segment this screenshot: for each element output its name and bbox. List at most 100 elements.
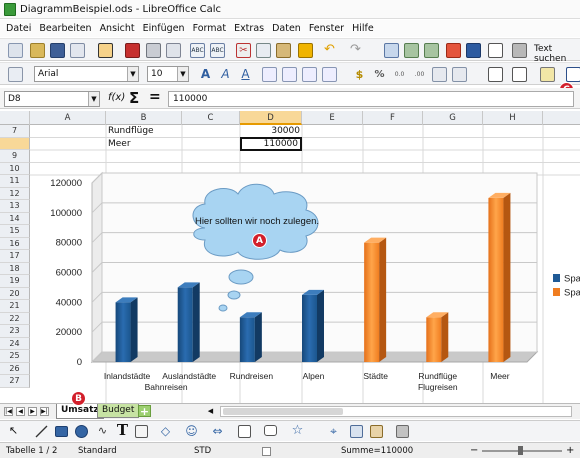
font-size-combo[interactable]: 10 ▼ xyxy=(147,66,189,82)
font-name-combo[interactable]: Arial ▼ xyxy=(34,66,139,82)
fontwork-icon[interactable] xyxy=(350,425,363,438)
add-decimal-icon[interactable]: .00 xyxy=(412,67,427,82)
print-preview-icon[interactable] xyxy=(166,43,181,58)
column-header-a[interactable]: A xyxy=(30,111,106,125)
column-header-f[interactable]: F xyxy=(363,111,423,125)
align-left-icon[interactable] xyxy=(262,67,277,82)
autospellcheck-icon[interactable]: ABC xyxy=(210,43,225,58)
row-header-22[interactable]: 22 xyxy=(0,312,30,325)
prev-sheet-icon[interactable]: ◀ xyxy=(16,407,25,416)
menu-extras[interactable]: Extras xyxy=(230,23,268,34)
text-icon[interactable]: T xyxy=(115,423,130,438)
select-all-corner[interactable] xyxy=(0,111,30,125)
bold-icon[interactable]: A xyxy=(198,67,213,82)
sort-descending-icon[interactable] xyxy=(424,43,439,58)
flowchart-icon[interactable] xyxy=(238,425,251,438)
line-icon[interactable] xyxy=(34,424,49,439)
horizontal-scrollbar[interactable] xyxy=(220,406,572,417)
column-header-h[interactable]: H xyxy=(483,111,543,125)
ellipse-icon[interactable] xyxy=(75,425,88,438)
row-header-9[interactable]: 9 xyxy=(0,150,30,163)
copy-icon[interactable] xyxy=(256,43,271,58)
clone-formatting-icon[interactable] xyxy=(298,43,313,58)
cell-b7[interactable]: Rundflüge xyxy=(108,125,154,138)
row-header-27[interactable]: 27 xyxy=(0,375,30,388)
new-document-icon[interactable] xyxy=(8,43,23,58)
row-header-12[interactable]: 12 xyxy=(0,187,30,200)
callouts-icon[interactable] xyxy=(264,425,277,436)
insert-image-icon[interactable] xyxy=(370,425,383,438)
menu-hilfe[interactable]: Hilfe xyxy=(348,23,378,34)
cell-d8-selected[interactable]: 110000 xyxy=(240,137,302,151)
row-header-13[interactable]: 13 xyxy=(0,200,30,213)
row-header-14[interactable]: 14 xyxy=(0,212,30,225)
freeform-line-icon[interactable]: ∿ xyxy=(95,424,110,439)
select-arrow-icon[interactable]: ↖ xyxy=(6,424,21,439)
justify-icon[interactable] xyxy=(322,67,337,82)
formula-equals-icon[interactable]: = xyxy=(149,89,161,105)
block-arrows-icon[interactable]: ⇔ xyxy=(210,424,225,439)
menu-einfuegen[interactable]: Einfügen xyxy=(139,23,189,34)
print-icon[interactable] xyxy=(146,43,161,58)
styles-icon[interactable] xyxy=(8,67,23,82)
chevron-down-icon[interactable]: ▼ xyxy=(127,67,138,81)
row-header-11[interactable]: 11 xyxy=(0,175,30,188)
basic-shapes-icon[interactable]: ◇ xyxy=(158,424,173,439)
name-box[interactable]: D8 ▼ xyxy=(4,91,100,107)
percent-icon[interactable]: % xyxy=(372,67,387,82)
cell-b8[interactable]: Meer xyxy=(108,138,131,151)
sort-ascending-icon[interactable] xyxy=(404,43,419,58)
menu-ansicht[interactable]: Ansicht xyxy=(96,23,139,34)
currency-icon[interactable]: $ xyxy=(352,67,367,82)
status-selection-mode[interactable]: STD xyxy=(194,445,211,457)
points-icon[interactable]: ⌖ xyxy=(326,424,341,439)
paste-icon[interactable] xyxy=(276,43,291,58)
last-sheet-icon[interactable]: ▶| xyxy=(40,407,49,416)
column-header-b[interactable]: B xyxy=(106,111,182,125)
align-right-icon[interactable] xyxy=(302,67,317,82)
row-header-25[interactable]: 25 xyxy=(0,350,30,363)
scroll-left-icon[interactable]: ◀ xyxy=(206,407,215,416)
spellcheck-icon[interactable]: ABC xyxy=(190,43,205,58)
row-header-18[interactable]: 18 xyxy=(0,262,30,275)
save-icon[interactable] xyxy=(50,43,65,58)
find-text-label[interactable]: Text suchen xyxy=(534,44,580,64)
insert-chart-icon[interactable] xyxy=(446,43,461,58)
export-pdf-icon[interactable] xyxy=(125,43,140,58)
row-header-23[interactable]: 23 xyxy=(0,325,30,338)
row-header-7[interactable]: 7 xyxy=(0,125,30,138)
draw-functions-icon[interactable] xyxy=(466,43,481,58)
formula-input[interactable]: 110000 xyxy=(168,91,574,107)
menu-format[interactable]: Format xyxy=(189,23,230,34)
scrollbar-thumb[interactable] xyxy=(223,408,343,415)
chevron-down-icon[interactable]: ▼ xyxy=(177,67,188,81)
increase-indent-icon[interactable] xyxy=(452,67,467,82)
status-page-style[interactable]: Standard xyxy=(78,445,117,457)
help-icon[interactable] xyxy=(512,43,527,58)
menu-daten[interactable]: Daten xyxy=(268,23,305,34)
redo-icon[interactable]: ↷ xyxy=(348,43,363,58)
zoom-slider-thumb[interactable] xyxy=(518,446,523,455)
column-header-e[interactable]: E xyxy=(302,111,363,125)
sheet-tab-budget[interactable]: Budget xyxy=(97,404,140,418)
menu-datei[interactable]: Datei xyxy=(2,23,35,34)
italic-icon[interactable]: A xyxy=(218,67,233,82)
underline-icon[interactable]: A xyxy=(238,67,253,82)
column-header-g[interactable]: G xyxy=(423,111,483,125)
chevron-down-icon[interactable]: ▼ xyxy=(88,92,99,106)
next-sheet-icon[interactable]: ▶ xyxy=(28,407,37,416)
open-folder-icon[interactable] xyxy=(30,43,45,58)
align-center-icon[interactable] xyxy=(282,67,297,82)
row-header-21[interactable]: 21 xyxy=(0,300,30,313)
line-style-icon[interactable] xyxy=(512,67,527,82)
row-header-15[interactable]: 15 xyxy=(0,225,30,238)
row-header-10[interactable]: 10 xyxy=(0,162,30,175)
number-format-icon[interactable]: 0.0 xyxy=(392,67,407,82)
column-header-c[interactable]: C xyxy=(182,111,240,125)
zoom-in-icon[interactable]: + xyxy=(566,445,574,457)
menu-fenster[interactable]: Fenster xyxy=(305,23,348,34)
row-header-26[interactable]: 26 xyxy=(0,362,30,375)
menu-bearbeiten[interactable]: Bearbeiten xyxy=(35,23,95,34)
hyperlink-icon[interactable] xyxy=(384,43,399,58)
decrease-indent-icon[interactable] xyxy=(432,67,447,82)
